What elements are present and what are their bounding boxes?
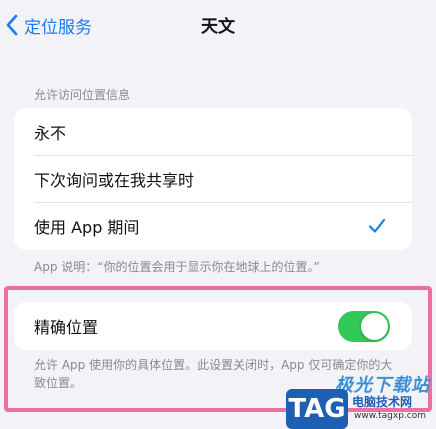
watermark-sub: 电脑技术网: [352, 395, 413, 409]
location-access-options: 永不 下次询问或在我共享时 使用 App 期间: [14, 108, 412, 250]
location-access-header: 允许访问位置信息: [34, 88, 131, 102]
toggle-knob: [361, 313, 388, 340]
precise-location-toggle[interactable]: [338, 311, 390, 342]
option-label: 使用 App 期间: [34, 217, 140, 237]
option-label: 永不: [34, 123, 67, 143]
option-label: 下次询问或在我共享时: [34, 170, 195, 190]
watermark-tag: TAG: [286, 389, 348, 429]
page-title: 天文: [201, 17, 235, 37]
checkmark-icon: [368, 218, 386, 233]
precise-location-card: 精确位置: [14, 302, 412, 350]
watermark-url: www.tagxp.com: [354, 411, 426, 421]
option-ask-next-time[interactable]: 下次询问或在我共享时: [14, 155, 412, 202]
settings-screen: 定位服务 天文 允许访问位置信息 永不 下次询问或在我共享时 使用 App 期间…: [0, 0, 436, 429]
option-never[interactable]: 永不: [14, 108, 412, 155]
navigation-bar: 定位服务 天文: [0, 0, 436, 50]
precise-location-label: 精确位置: [34, 318, 99, 337]
watermark-logo: 极光下载站 TAG 电脑技术网 www.tagxp.com: [276, 371, 436, 429]
option-while-using-app[interactable]: 使用 App 期间: [14, 202, 412, 249]
app-explanation: App 说明：“你的位置会用于显示你在地球上的位置。”: [34, 260, 320, 274]
